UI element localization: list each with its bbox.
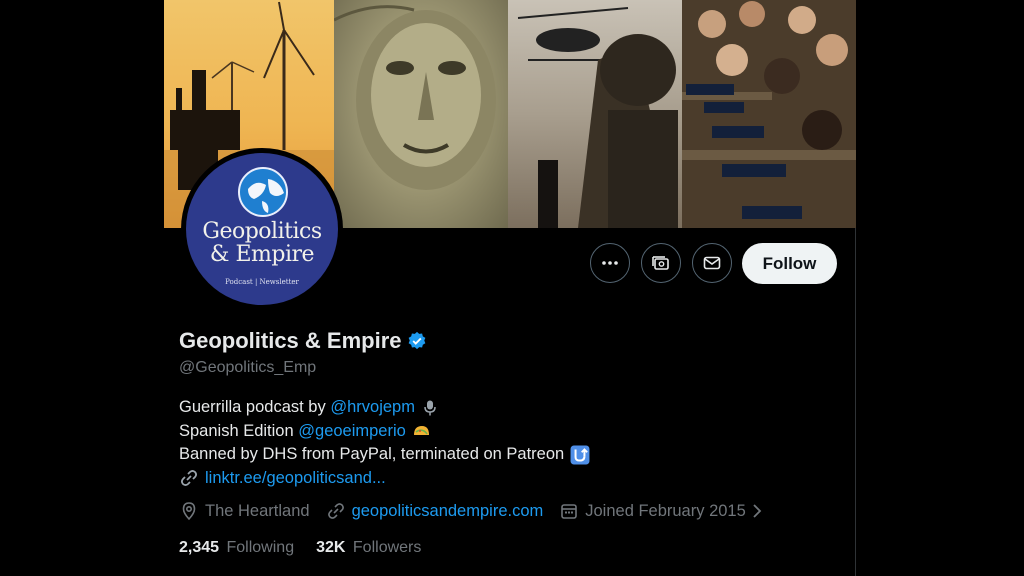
banner-panel-soldier-helicopter xyxy=(508,0,682,228)
follow-button[interactable]: Follow xyxy=(742,243,837,284)
location-icon xyxy=(182,502,196,521)
display-name-row: Geopolitics & Empire xyxy=(179,328,427,354)
more-icon xyxy=(602,261,618,265)
location-item: The Heartland xyxy=(179,501,310,521)
bio-line-4: linktr.ee/geopoliticsand... xyxy=(179,467,590,491)
following-count: 2,345 xyxy=(179,539,220,556)
avatar-logo-tagline: Podcast | Newsletter xyxy=(225,278,299,286)
subscription-icon xyxy=(652,256,669,270)
profile-meta: The Heartland geopoliticsandempire.com J… xyxy=(179,501,786,521)
upside-down-arrow-icon xyxy=(570,445,590,465)
bio-line-2-text: Spanish Edition xyxy=(179,421,294,440)
avatar-logo-line2: & Empire xyxy=(209,242,315,267)
avatar-logo: Geopolitics & Empire Podcast | Newslette… xyxy=(186,153,338,305)
followers-label: Followers xyxy=(352,539,422,556)
bio-line-1-text: Guerrilla podcast by xyxy=(179,398,326,416)
followers-stat[interactable]: 32K Followers xyxy=(316,539,421,557)
profile-page: Geopolitics & Empire Podcast | Newslette… xyxy=(164,0,856,576)
joined-item[interactable]: Joined February 2015 xyxy=(559,501,770,521)
banner-panel-dollar-portrait xyxy=(334,0,508,228)
calendar-icon xyxy=(561,504,578,519)
bio-line-2: Spanish Edition @geoeimperio xyxy=(179,420,590,444)
bio-line-1: Guerrilla podcast by @hrvojepm xyxy=(179,396,590,420)
more-button[interactable] xyxy=(590,243,630,283)
subscribe-button[interactable] xyxy=(641,243,681,283)
website-item: geopoliticsandempire.com xyxy=(326,501,544,521)
website-link[interactable]: geopoliticsandempire.com xyxy=(352,502,544,521)
following-label: Following xyxy=(226,539,295,556)
location-text: The Heartland xyxy=(205,501,310,520)
profile-bio: Guerrilla podcast by @hrvojepm Spanish E… xyxy=(179,396,590,490)
link-icon xyxy=(327,503,344,519)
joined-text: Joined February 2015 xyxy=(585,501,746,520)
banner-panel-un-assembly xyxy=(682,0,856,228)
profile-handle: @Geopolitics_Emp xyxy=(179,359,317,376)
microphone-icon xyxy=(424,400,436,416)
link-icon xyxy=(181,470,197,487)
profile-avatar[interactable]: Geopolitics & Empire Podcast | Newslette… xyxy=(181,148,343,310)
globe-icon xyxy=(238,167,288,217)
bio-line-3-text: Banned by DHS from PayPal, terminated on… xyxy=(179,445,565,463)
envelope-icon xyxy=(703,256,721,270)
linktree-link[interactable]: linktr.ee/geopoliticsand... xyxy=(205,467,386,491)
following-stat[interactable]: 2,345 Following xyxy=(179,539,294,557)
mention-link-geoeimperio[interactable]: @geoeimperio xyxy=(298,420,406,444)
taco-icon xyxy=(413,426,429,436)
display-name: Geopolitics & Empire xyxy=(179,328,402,353)
chevron-right-icon xyxy=(753,504,762,518)
verified-badge-icon[interactable] xyxy=(407,331,427,351)
followers-count: 32K xyxy=(316,539,346,556)
mention-link-hrvojepm[interactable]: @hrvojepm xyxy=(330,396,415,420)
column-divider xyxy=(855,228,856,576)
profile-stats: 2,345 Following 32K Followers xyxy=(179,539,443,557)
avatar-logo-line1: Geopolitics xyxy=(202,219,322,244)
bio-line-3: Banned by DHS from PayPal, terminated on… xyxy=(179,443,590,467)
message-button[interactable] xyxy=(692,243,732,283)
